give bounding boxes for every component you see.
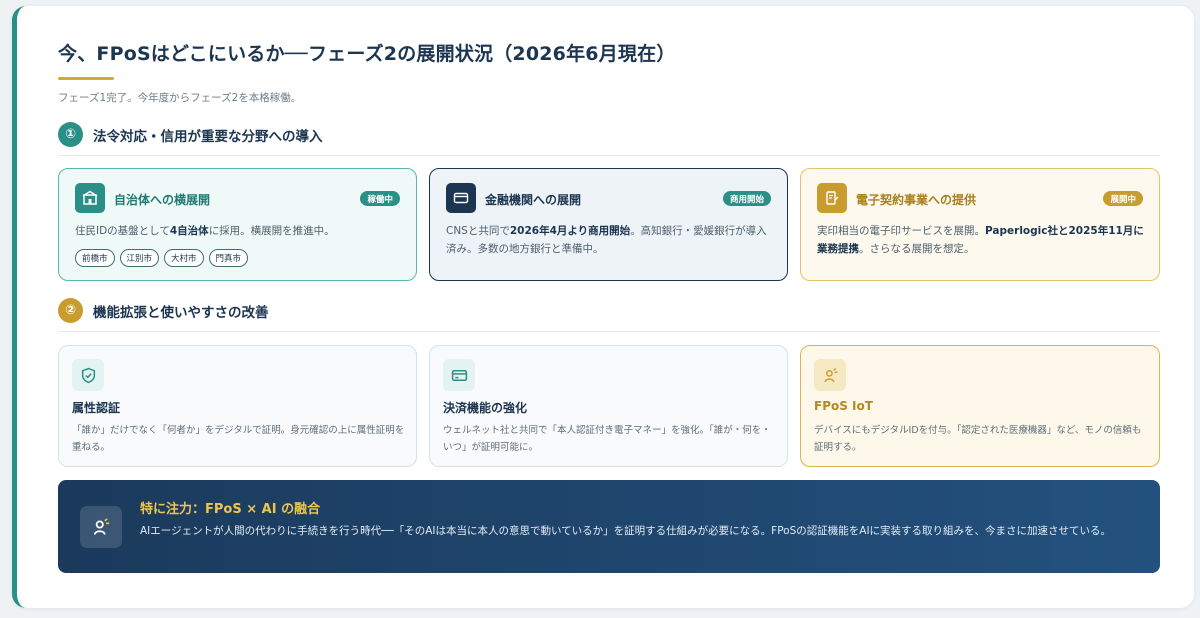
card-financial: 金融機関への展開 商用開始 CNSと共同で2026年4月より商用開始。高知銀行・… <box>429 168 788 281</box>
card-municipality-title: 自治体への横展開 <box>114 193 211 207</box>
card-attribute-auth: 属性認証 「誰か」だけでなく「何者か」をデジタルで証明。身元確認の上に属性証明を… <box>58 345 417 467</box>
tag-kadoma: 門真市 <box>208 249 249 267</box>
section-1-divider <box>58 155 1160 156</box>
feature-attribute-title: 属性認証 <box>72 401 121 415</box>
feature-iot-text: デバイスにもデジタルIDを付与。「認定された医療機器」など、モノの信頼も証明する… <box>814 425 1142 453</box>
iot-person-icon <box>814 359 846 391</box>
document-sign-icon <box>817 183 847 213</box>
card-fpos-iot: FPoS IoT デバイスにもデジタルIDを付与。「認定された医療機器」など、モ… <box>800 345 1160 467</box>
card-payment: 決済機能の強化 ウェルネット社と共同で「本人認証付き電子マネー」を強化。「誰が・… <box>429 345 788 467</box>
section-2-header: ② 機能拡張と使いやすさの改善 <box>58 298 269 323</box>
shield-check-icon <box>72 359 104 391</box>
main-card: 今、FPoSはどこにいるか──フェーズ2の展開状況（2026年6月現在） フェー… <box>12 6 1194 608</box>
section-2-number: ② <box>58 298 83 323</box>
status-badge-commercial: 商用開始 <box>722 191 771 206</box>
feature-attribute-text: 「誰か」だけでなく「何者か」をデジタルで証明。身元確認の上に属性証明を重ねる。 <box>72 425 405 453</box>
card-econtract: 電子契約事業への提供 展開中 実印相当の電子印サービスを展開。Paperlogi… <box>800 168 1160 281</box>
card-financial-text: CNSと共同で2026年4月より商用開始。高知銀行・愛媛銀行が導入済み。多数の地… <box>446 225 767 255</box>
feature-iot-title: FPoS IoT <box>814 399 873 413</box>
card-icon <box>446 183 476 213</box>
status-badge-expanding: 展開中 <box>1103 191 1143 206</box>
section-2-title: 機能拡張と使いやすさの改善 <box>93 304 269 321</box>
feature-payment-text: ウェルネット社と共同で「本人認証付き電子マネー」を強化。「誰が・何を・いつ」が証… <box>443 425 771 453</box>
section-2-divider <box>58 331 1160 332</box>
page-subtitle: フェーズ1完了。今年度からフェーズ2を本格稼働。 <box>58 92 302 104</box>
page-title: 今、FPoSはどこにいるか──フェーズ2の展開状況（2026年6月現在） <box>58 43 676 65</box>
card-econtract-text: 実印相当の電子印サービスを展開。Paperlogic社と2025年11月に業務提… <box>817 225 1144 255</box>
municipality-tags: 前橋市 江別市 大村市 門真市 <box>75 249 249 267</box>
card-municipality: 自治体への横展開 稼働中 住民IDの基盤として4自治体に採用。横展開を推進中。 … <box>58 168 417 281</box>
card-municipality-text: 住民IDの基盤として4自治体に採用。横展開を推進中。 <box>75 225 335 237</box>
banner-text: AIエージェントが人間の代わりに手続きを行う時代──「そのAIは本当に本人の意思… <box>140 525 1112 537</box>
card-econtract-title: 電子契約事業への提供 <box>856 193 977 207</box>
tag-ebetsu: 江別市 <box>119 249 160 267</box>
section-1-header: ① 法令対応・信用が重要な分野への導入 <box>58 122 323 147</box>
tag-maebashi: 前橋市 <box>75 249 115 267</box>
section-1-title: 法令対応・信用が重要な分野への導入 <box>93 128 323 145</box>
banner-title: 特に注力：FPoS × AI の融合 <box>140 502 321 517</box>
tag-omura: 大村市 <box>164 249 204 267</box>
status-badge-active: 稼働中 <box>360 191 400 206</box>
section-1-number: ① <box>58 122 83 147</box>
card-financial-title: 金融機関への展開 <box>485 193 582 207</box>
building-icon <box>75 183 105 213</box>
ai-person-icon <box>80 506 122 548</box>
ai-focus-banner: 特に注力：FPoS × AI の融合 AIエージェントが人間の代わりに手続きを行… <box>58 480 1160 573</box>
card-icon <box>443 359 475 391</box>
title-underline <box>58 77 114 80</box>
feature-payment-title: 決済機能の強化 <box>443 401 528 415</box>
